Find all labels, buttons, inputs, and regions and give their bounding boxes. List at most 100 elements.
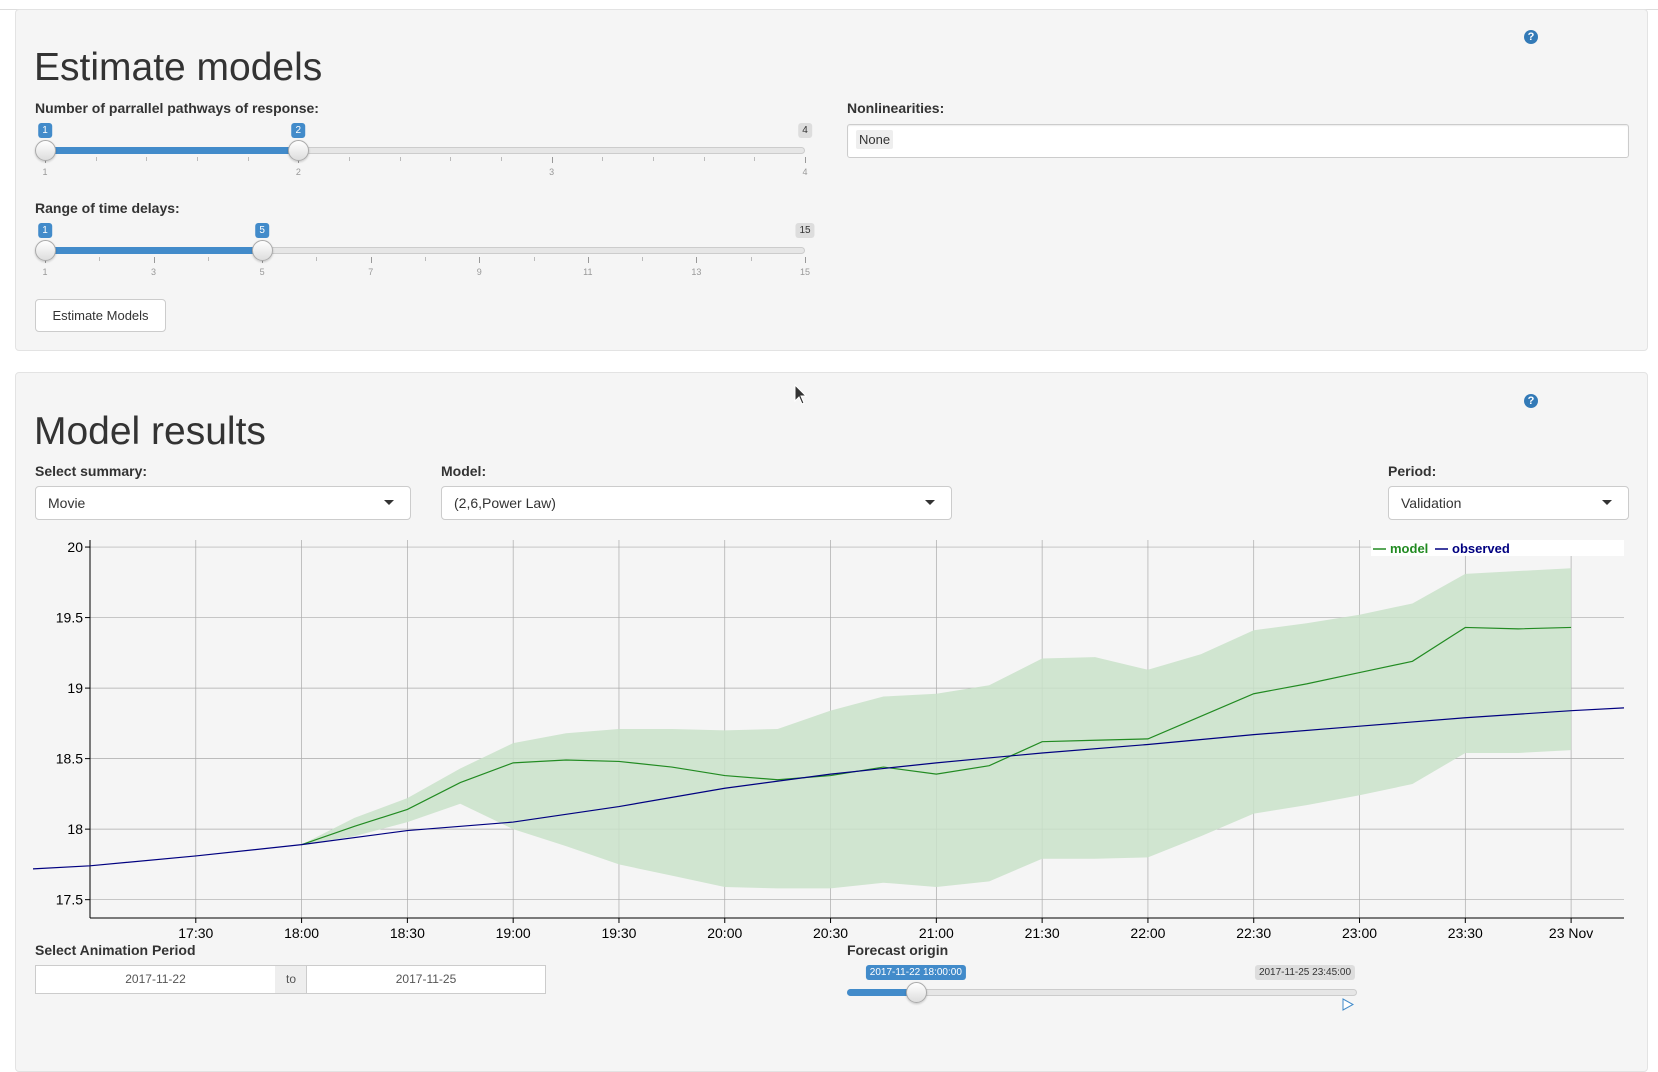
x-tick-label: 23:00 xyxy=(1342,925,1377,941)
pathways-handle-from[interactable] xyxy=(35,140,56,161)
forecast-origin-slider[interactable]: 2017-11-22 18:00:00 2017-11-25 23:45:00 xyxy=(847,965,1357,1011)
x-tick-label: 18:30 xyxy=(390,925,425,941)
pathways-tick xyxy=(805,157,806,163)
pathways-tick-label: 4 xyxy=(802,167,808,177)
help-icon[interactable]: ? xyxy=(1524,394,1538,408)
delays-tick xyxy=(587,257,589,263)
delays-tick xyxy=(153,257,155,263)
model-select[interactable]: (2,6,Power Law) xyxy=(441,486,952,520)
chevron-down-icon xyxy=(1602,500,1612,505)
delays-max-value: 15 xyxy=(795,223,815,238)
nonlinearities-label: Nonlinearities: xyxy=(847,100,945,116)
x-tick-label: 21:00 xyxy=(919,925,954,941)
model-results-title: Model results xyxy=(34,410,266,453)
y-tick-label: 19 xyxy=(67,680,83,696)
delays-tick-label: 7 xyxy=(368,267,374,277)
pathways-tick-label: 3 xyxy=(549,167,555,177)
delays-value-to: 5 xyxy=(255,223,269,238)
y-tick-label: 18.5 xyxy=(56,751,83,767)
delays-value-from: 1 xyxy=(38,223,52,238)
delays-minor-tick xyxy=(642,257,644,261)
delays-tick xyxy=(479,257,481,263)
animation-period-label: Select Animation Period xyxy=(35,942,196,958)
pathways-minor-tick xyxy=(95,157,97,161)
help-icon[interactable]: ? xyxy=(1524,30,1538,44)
pathways-minor-tick xyxy=(197,157,198,161)
legend-model-label: model xyxy=(1390,541,1428,556)
pathways-minor-tick xyxy=(247,157,249,161)
start-date-input[interactable]: 2017-11-22 xyxy=(35,965,276,994)
pathways-slider[interactable]: 1 2 3 4 1 2 4 xyxy=(35,123,819,177)
forecast-origin-value: 2017-11-22 18:00:00 xyxy=(865,965,966,980)
period-select[interactable]: Validation xyxy=(1388,486,1629,520)
delays-bar xyxy=(45,247,263,254)
legend-observed-label: observed xyxy=(1452,541,1510,556)
estimate-models-button[interactable]: Estimate Models xyxy=(35,299,166,332)
x-tick-label: 19:00 xyxy=(496,925,531,941)
delays-tick-label: 1 xyxy=(42,267,48,277)
x-tick-label: 17:30 xyxy=(178,925,213,941)
pathways-minor-tick xyxy=(146,157,148,161)
x-tick-label: 21:30 xyxy=(1025,925,1060,941)
delays-minor-tick xyxy=(99,257,101,261)
period-label: Period: xyxy=(1388,463,1437,479)
delays-minor-tick xyxy=(425,257,426,261)
x-tick-label: 22:30 xyxy=(1236,925,1271,941)
delays-tick-label: 15 xyxy=(799,267,811,277)
end-date-input[interactable]: 2017-11-25 xyxy=(306,965,546,994)
delays-minor-tick xyxy=(750,257,752,261)
x-tick-label: 23 Nov xyxy=(1549,925,1593,941)
y-tick-label: 20 xyxy=(67,539,83,555)
delays-tick-label: 3 xyxy=(151,267,157,277)
summary-select[interactable]: Movie xyxy=(35,486,411,520)
delays-handle-to[interactable] xyxy=(252,240,274,261)
forecast-max-value: 2017-11-25 23:45:00 xyxy=(1254,965,1356,980)
play-icon[interactable] xyxy=(1342,998,1354,1011)
pathways-minor-tick xyxy=(349,157,350,161)
x-tick-label: 19:30 xyxy=(601,925,636,941)
pathways-minor-tick xyxy=(754,157,756,161)
pathways-minor-tick xyxy=(602,157,604,161)
delays-slider[interactable]: 1 3 5 7 9 11 13 15 1 5 15 xyxy=(35,223,819,277)
pathways-minor-tick xyxy=(653,157,654,161)
pathways-minor-tick xyxy=(703,157,705,161)
forecast-origin-label: Forecast origin xyxy=(847,942,949,958)
nonlinearity-chip[interactable]: None xyxy=(856,130,894,149)
estimate-models-title: Estimate models xyxy=(34,46,323,89)
x-tick-label: 22:00 xyxy=(1130,925,1165,941)
y-tick-label: 18 xyxy=(67,821,83,837)
summary-label: Select summary: xyxy=(35,463,148,479)
nonlinearities-input[interactable]: None xyxy=(847,124,1629,158)
pathways-minor-tick xyxy=(501,157,502,161)
pathways-tick xyxy=(551,157,553,163)
delays-tick xyxy=(805,257,806,263)
model-chart: 17.5 18 18.5 19 19.5 20 17:30 18:00 18:30 19:00 19… xyxy=(33,539,1625,941)
x-tick-label: 18:00 xyxy=(284,925,319,941)
pathways-minor-tick xyxy=(450,157,452,161)
model-value: (2,6,Power Law) xyxy=(454,495,556,511)
x-tick-label: 23:30 xyxy=(1448,925,1483,941)
date-range-separator: to xyxy=(275,965,307,994)
delays-minor-tick xyxy=(533,257,535,261)
pathways-value-to: 2 xyxy=(291,123,306,138)
pathways-handle-to[interactable] xyxy=(288,140,310,161)
chevron-down-icon xyxy=(925,500,935,505)
delays-tick-label: 9 xyxy=(476,267,482,277)
pathways-max-value: 4 xyxy=(798,123,812,138)
delays-handle-from[interactable] xyxy=(35,240,56,261)
delays-tick xyxy=(370,257,372,263)
delays-minor-tick xyxy=(316,257,318,261)
pathways-tick-label: 1 xyxy=(42,167,48,177)
y-tick-label: 17.5 xyxy=(56,892,83,908)
pathways-bar xyxy=(45,147,299,154)
pathways-value-from: 1 xyxy=(38,123,52,138)
x-tick-label: 20:00 xyxy=(707,925,742,941)
delays-label: Range of time delays: xyxy=(35,200,180,216)
delays-tick xyxy=(696,257,698,263)
delays-tick-label: 5 xyxy=(259,267,265,277)
y-tick-label: 19.5 xyxy=(56,610,83,626)
delays-minor-tick xyxy=(207,257,209,261)
forecast-handle[interactable] xyxy=(905,982,927,1003)
model-label: Model: xyxy=(441,463,487,479)
delays-tick-label: 11 xyxy=(583,267,593,277)
